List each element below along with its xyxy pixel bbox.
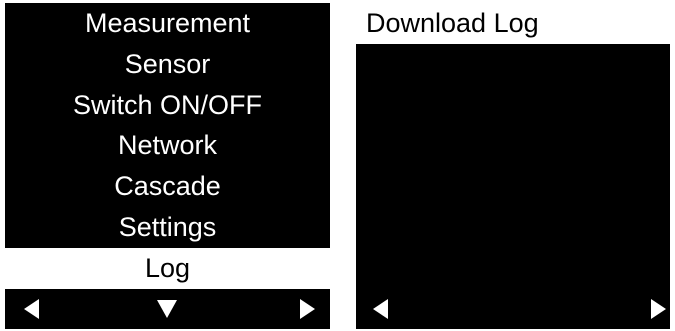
main-menu: Measurement Sensor Switch ON/OFF Network… — [5, 3, 330, 289]
right-display-screen: Download Log — [356, 3, 670, 329]
softkey-right[interactable] — [287, 289, 327, 329]
left-display-screen: Measurement Sensor Switch ON/OFF Network… — [5, 3, 330, 329]
left-arrow-icon — [372, 299, 388, 319]
download-log-header[interactable]: Download Log — [356, 3, 670, 44]
right-softkey-bar — [356, 289, 670, 329]
left-softkey-bar — [5, 289, 330, 329]
softkey-left[interactable] — [360, 289, 400, 329]
menu-item-settings[interactable]: Settings — [5, 207, 330, 248]
left-arrow-icon — [23, 299, 39, 319]
menu-item-switch-on-off[interactable]: Switch ON/OFF — [5, 85, 330, 126]
right-arrow-icon — [299, 299, 315, 319]
menu-item-log[interactable]: Log — [5, 247, 330, 289]
down-arrow-icon — [157, 300, 177, 318]
softkey-left[interactable] — [11, 289, 51, 329]
softkey-right[interactable] — [638, 289, 670, 329]
menu-item-network[interactable]: Network — [5, 125, 330, 166]
menu-item-cascade[interactable]: Cascade — [5, 166, 330, 207]
right-arrow-icon — [650, 299, 666, 319]
menu-item-measurement[interactable]: Measurement — [5, 3, 330, 44]
menu-item-sensor[interactable]: Sensor — [5, 44, 330, 85]
softkey-down[interactable] — [147, 289, 187, 329]
